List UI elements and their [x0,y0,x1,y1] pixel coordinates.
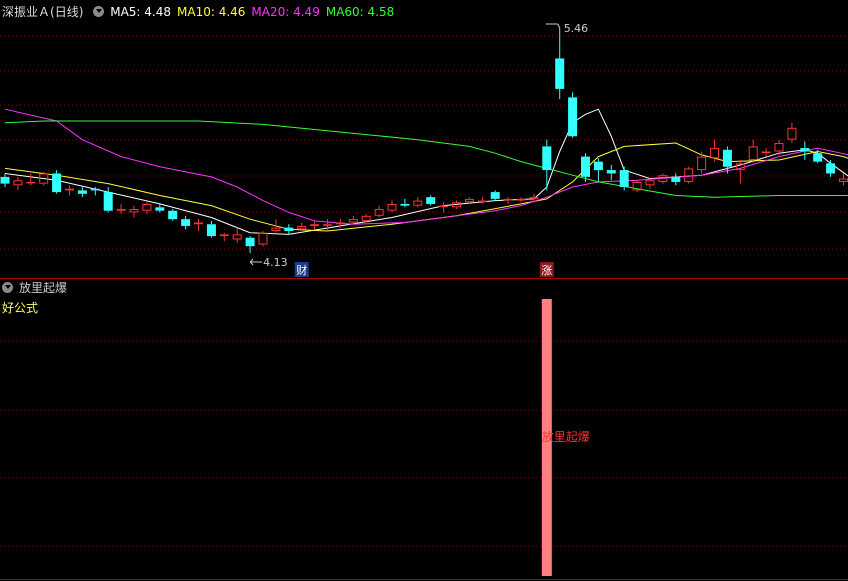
candle-body-up [13,180,23,186]
high-price-arrow [557,23,561,29]
stock-name[interactable]: 深振业Ａ [2,5,50,19]
candle-body-up [387,203,397,211]
candle-body-down [619,170,629,188]
period-label: (日线) [50,5,84,19]
candle-body-down [542,146,552,171]
ma-legend-item: MA5: 4.48 [110,5,171,19]
candle-body-up [748,146,758,160]
sub-indicator-settings-icon[interactable] [2,282,13,293]
candle-body-down [426,197,436,204]
ma-legend-item: MA20: 4.49 [251,5,320,19]
candle-body-up [413,200,423,206]
candle-body-up [529,197,539,199]
candle-body-down [490,192,500,199]
candle-body-up [645,180,655,186]
candle-body-down [206,224,216,237]
kline-chart: 5.46 4.13 财 涨 放里起爆 [0,22,848,580]
candle-body-up [464,198,474,203]
candle-body-down [52,173,62,193]
candle-body-up [761,151,771,154]
candle-body-up [194,222,203,225]
ma-line-ma10 [4,142,848,232]
candle-body-down [671,176,681,182]
candle-body-up [361,215,371,221]
candle-body-up [26,181,36,184]
event-marker-label: 涨 [541,264,552,277]
candle-body-down [722,149,732,167]
formula-name: 好公式 [2,301,39,315]
candle-body-down [245,237,255,247]
candle-body-up [348,219,358,223]
candle-body-down [90,188,100,191]
candle-body-down [284,227,294,232]
candle-body-up [297,225,307,230]
candle-body-up [684,168,694,182]
candle-body-down [0,176,10,184]
candle-body-down [155,207,165,211]
candle-body-up [839,178,848,182]
price-annotations: 5.46 4.13 财 涨 [249,22,589,277]
candle-body-up [774,143,784,152]
candle-body-up [271,227,281,232]
candle-body-up [323,224,332,226]
high-price-label: 5.46 [564,22,589,35]
candle-body-down [181,219,191,226]
candle-body-up [65,188,74,191]
candle-body-down [568,97,578,137]
candle-body-up [503,198,513,201]
candle-body-down [77,190,87,194]
ma-legend: MA5: 4.48 MA10: 4.46 MA20: 4.49 MA60: 4.58 [110,5,400,19]
ma-legend-item: MA10: 4.46 [177,5,246,19]
grid [0,35,848,580]
event-marker-label: 财 [296,263,307,277]
candle-body-down [813,153,823,162]
candle-body-up [787,127,797,140]
candle-body-up [310,224,320,226]
candle-body-down [555,58,565,89]
sub-indicator-name[interactable]: 放里起爆 [19,281,67,295]
candle-body-up [477,200,487,203]
candle-body-down [826,163,836,174]
candle-body-down [581,156,590,177]
ma-legend-item: MA60: 4.58 [325,5,395,19]
candle-body-down [400,203,410,206]
sub-panel-header: 放里起爆 [2,279,73,297]
candle-body-up [697,156,707,171]
candle-body-up [516,198,526,201]
main-panel-header: 深振业Ａ(日线) MA5: 4.48 MA10: 4.46 MA20: 4.49 MA… [2,3,406,21]
candle-body-down [168,210,178,220]
candle-body-up [232,234,242,240]
indicator-panel: 放里起爆 [541,299,590,576]
candle-body-up [129,209,139,213]
candle-body-up [439,205,449,208]
candle-body-down [800,148,810,152]
candle-body-down [606,170,616,174]
candle-body-up [142,203,152,211]
candle-body-down [103,192,113,211]
candle-body-up [258,232,268,245]
candle-body-down [593,161,603,171]
indicator-settings-icon[interactable] [93,6,105,17]
ma-line-ma20 [4,108,848,225]
signal-label: 放里起爆 [542,429,590,444]
low-price-label: 4.13 [263,256,288,269]
candle-body-up [710,148,719,159]
candle-body-up [116,209,126,211]
moving-average-lines [4,108,848,235]
candle-body-up [219,234,229,237]
candle-body-up [335,222,345,225]
